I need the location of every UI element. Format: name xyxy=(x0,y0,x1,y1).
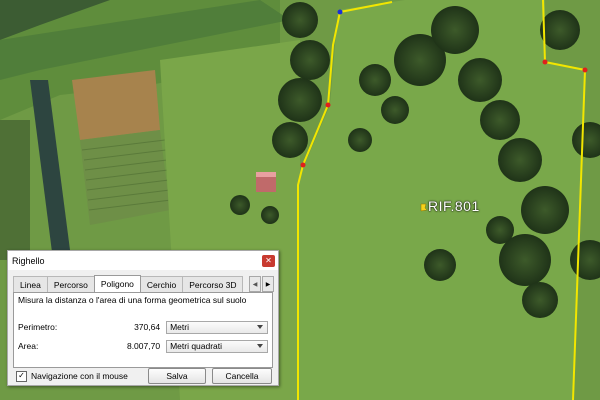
chevron-down-icon xyxy=(257,343,263,348)
tab-bar: Linea Percorso Poligono Cerchio Percorso… xyxy=(8,275,278,292)
dialog-titlebar[interactable]: Righello ✕ xyxy=(8,251,278,270)
perimeter-label: Perimetro: xyxy=(18,322,58,332)
perimeter-unit-value: Metri xyxy=(170,322,189,332)
save-button[interactable]: Salva xyxy=(148,368,206,384)
tab-linea[interactable]: Linea xyxy=(13,276,48,292)
tab-percorso[interactable]: Percorso xyxy=(46,276,95,292)
area-unit-value: Metri quadrati xyxy=(170,341,223,351)
tab-scroll: ◀ ▶ xyxy=(248,276,274,292)
area-label: Area: xyxy=(18,341,39,351)
tab-poligono[interactable]: Poligono xyxy=(93,275,141,292)
polygon-panel: Misura la distanza o l'area di una forma… xyxy=(13,292,273,368)
area-value: 8.007,70 xyxy=(126,341,161,351)
mouse-navigation-checkbox[interactable]: ✓ xyxy=(16,370,27,382)
dialog-title: Righello xyxy=(12,255,45,266)
close-icon[interactable]: ✕ xyxy=(262,254,275,267)
ruler-dialog: Righello ✕ Linea Percorso Poligono Cerch… xyxy=(7,250,279,386)
tab-scroll-left-icon[interactable]: ◀ xyxy=(249,276,261,292)
mouse-navigation-label[interactable]: Navigazione con il mouse xyxy=(31,371,128,381)
tab-percorso-3d[interactable]: Percorso 3D xyxy=(182,276,244,292)
area-row: Area: 8.007,70 Metri quadrati xyxy=(18,339,268,353)
dialog-footer: ✓ Navigazione con il mouse Salva Cancell… xyxy=(8,367,278,385)
perimeter-row: Perimetro: 370,64 Metri xyxy=(18,320,268,334)
tab-scroll-right-icon[interactable]: ▶ xyxy=(262,276,274,292)
area-unit-select[interactable]: Metri quadrati xyxy=(166,339,268,353)
cancel-button[interactable]: Cancella xyxy=(212,368,272,384)
perimeter-unit-select[interactable]: Metri xyxy=(166,320,268,334)
chevron-down-icon xyxy=(257,324,263,329)
tab-cerchio[interactable]: Cerchio xyxy=(139,276,184,292)
perimeter-value: 370,64 xyxy=(134,322,161,332)
panel-description: Misura la distanza o l'area di una forma… xyxy=(18,295,247,305)
placemark-label[interactable]: RIF.801 xyxy=(428,198,480,214)
